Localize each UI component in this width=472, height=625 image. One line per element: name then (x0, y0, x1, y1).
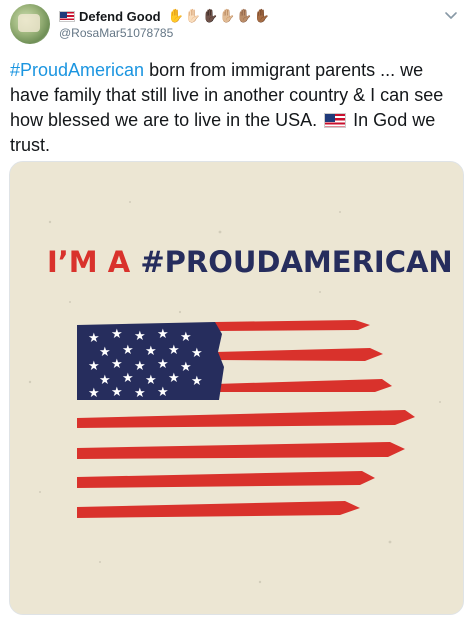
headline-red: I’M A (47, 245, 131, 279)
svg-text:★: ★ (88, 331, 100, 346)
raised-hand-dark-icon: ✋🏿 (201, 8, 219, 23)
svg-text:★: ★ (168, 343, 180, 358)
svg-text:★: ★ (88, 386, 100, 401)
svg-text:★: ★ (88, 359, 100, 374)
svg-text:★: ★ (191, 374, 203, 389)
svg-text:★: ★ (111, 385, 123, 400)
svg-text:★: ★ (111, 327, 123, 342)
image-headline: I’M A #PROUDAMERICAN (47, 245, 453, 279)
svg-text:★: ★ (191, 346, 203, 361)
svg-text:★: ★ (134, 329, 146, 344)
svg-text:★: ★ (99, 373, 111, 388)
chevron-down-icon[interactable] (444, 8, 458, 22)
raised-hand-medium-light-icon: ✋🏼 (219, 8, 236, 23)
headline-blue: #PROUDAMERICAN (130, 245, 452, 279)
svg-text:★: ★ (122, 371, 134, 386)
tweet-text: #ProudAmerican born from immigrant paren… (10, 58, 460, 158)
us-flag-icon (324, 113, 347, 128)
hashtag-link[interactable]: #ProudAmerican (10, 60, 144, 80)
raised-hand-brown-icon: ✋🏾 (253, 8, 270, 23)
author-name-row[interactable]: Defend Good ✋ ✋🏻 ✋🏿 ✋🏼 ✋🏽 ✋🏾 (59, 8, 270, 24)
svg-text:★: ★ (157, 327, 169, 342)
raised-hand-yellow-icon: ✋ (167, 8, 184, 23)
avatar[interactable] (10, 4, 50, 44)
svg-text:★: ★ (157, 357, 169, 372)
author-name[interactable]: Defend Good (79, 9, 161, 24)
hand-emojis: ✋ ✋🏻 ✋🏿 ✋🏼 ✋🏽 ✋🏾 (168, 8, 270, 24)
svg-text:★: ★ (134, 386, 146, 401)
svg-text:★: ★ (111, 357, 123, 372)
proud-american-graphic: I’M A #PROUDAMERICAN ★ ★ ★ ★ ★ ★ ★ ★ ★ ★ ★ ★ ★ ★ ★ ★… (10, 162, 463, 614)
raised-hand-light-icon: ✋🏻 (184, 8, 201, 23)
svg-text:★: ★ (180, 330, 192, 345)
us-flag-icon (59, 10, 75, 22)
svg-text:★: ★ (99, 345, 111, 360)
svg-text:★: ★ (145, 344, 157, 359)
svg-text:★: ★ (145, 373, 157, 388)
tweet-image[interactable]: I’M A #PROUDAMERICAN ★ ★ ★ ★ ★ ★ ★ ★ ★ ★ ★ ★ ★ ★ ★ ★… (9, 161, 464, 615)
svg-text:★: ★ (180, 360, 192, 375)
raised-hand-medium-icon: ✋🏽 (236, 8, 253, 23)
svg-text:★: ★ (157, 385, 169, 400)
svg-text:★: ★ (168, 371, 180, 386)
svg-text:★: ★ (122, 343, 134, 358)
svg-text:★: ★ (134, 359, 146, 374)
author-handle[interactable]: @RosaMar51078785 (59, 26, 173, 40)
